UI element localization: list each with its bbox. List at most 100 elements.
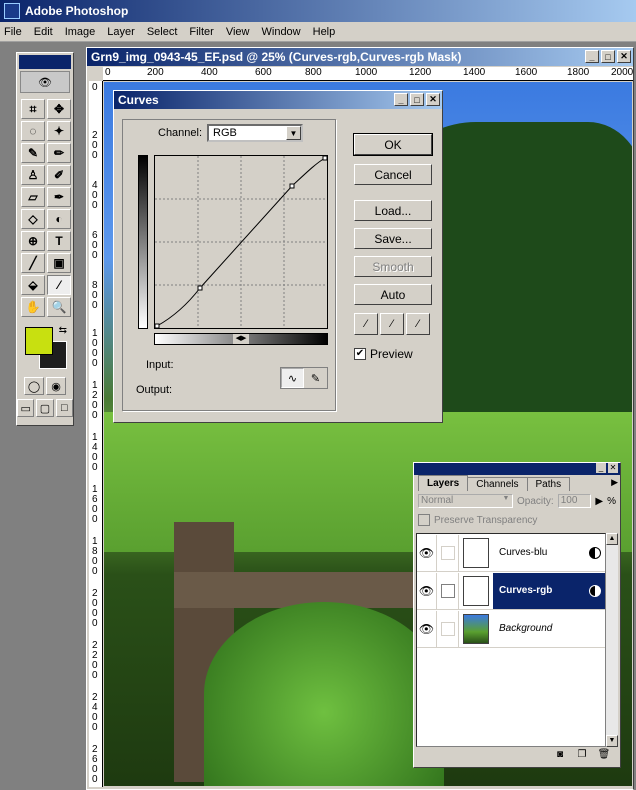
opacity-arrow-icon[interactable]: ▶ xyxy=(595,496,603,507)
close-icon[interactable]: ✕ xyxy=(608,463,618,473)
history-brush-icon[interactable]: ✐ xyxy=(47,165,71,185)
channel-value: RGB xyxy=(213,127,237,139)
palette-menu-icon[interactable]: ▶ xyxy=(611,477,618,488)
line-tool-icon[interactable]: ╱ xyxy=(21,253,45,273)
save-button[interactable]: Save... xyxy=(354,228,432,249)
hand-tool-icon[interactable]: ✋ xyxy=(21,297,45,317)
foreground-color[interactable] xyxy=(25,327,53,355)
magic-wand-icon[interactable]: ✦ xyxy=(47,121,71,141)
screen-mode-standard-icon[interactable]: ▭ xyxy=(17,399,35,417)
eraser-tool-icon[interactable]: ▱ xyxy=(21,187,45,207)
path-pen-icon[interactable]: ⊕ xyxy=(21,231,45,251)
adobe-eye-icon[interactable]: 👁 xyxy=(20,71,70,93)
layer-mask-thumbnail[interactable] xyxy=(463,537,489,568)
white-point-dropper-icon[interactable]: ⁄ xyxy=(406,313,430,335)
opacity-input[interactable]: 100 xyxy=(557,494,592,508)
menu-edit[interactable]: Edit xyxy=(34,26,53,38)
minimize-icon[interactable]: _ xyxy=(596,463,606,473)
layer-row[interactable]: 👁 Curves-blu xyxy=(417,534,605,572)
layer-name[interactable]: Curves-blu xyxy=(493,535,605,571)
screen-mode-full-icon[interactable]: □ xyxy=(55,399,73,417)
pen-tool-icon[interactable]: ✒ xyxy=(47,187,71,207)
zoom-tool-icon[interactable]: 🔍 xyxy=(47,297,71,317)
swap-colors-icon[interactable]: ⇆ xyxy=(59,325,67,336)
curves-graph[interactable] xyxy=(154,155,328,329)
menu-window[interactable]: Window xyxy=(262,26,301,38)
layer-name[interactable]: Background xyxy=(493,611,605,647)
blur-tool-icon[interactable]: ◇ xyxy=(21,209,45,229)
curve-point-icon[interactable]: ∿ xyxy=(281,368,304,388)
pencil-icon[interactable]: ✎ xyxy=(304,368,327,388)
menu-image[interactable]: Image xyxy=(65,26,96,38)
load-button[interactable]: Load... xyxy=(354,200,432,221)
close-icon[interactable]: ✕ xyxy=(617,50,631,63)
blend-mode-select[interactable]: Normal ▼ xyxy=(418,494,514,508)
stamp-tool-icon[interactable]: ♙ xyxy=(21,165,45,185)
pencil-tool-icon[interactable]: ✏ xyxy=(47,143,71,163)
eye-icon[interactable]: 👁 xyxy=(417,610,437,647)
layer-mask-thumbnail[interactable] xyxy=(463,575,489,606)
bucket-tool-icon[interactable]: ⬙ xyxy=(21,275,45,295)
maximize-icon[interactable]: □ xyxy=(601,50,615,63)
eyedropper-tool-icon[interactable]: ⁄ xyxy=(47,275,71,295)
document-titlebar[interactable]: Grn9_img_0943-45_EF.psd @ 25% (Curves-rg… xyxy=(87,48,633,66)
type-tool-icon[interactable]: T xyxy=(47,231,71,251)
menu-select[interactable]: Select xyxy=(147,26,178,38)
standard-mode-icon[interactable]: ◯ xyxy=(24,377,44,395)
tab-channels[interactable]: Channels xyxy=(467,477,528,491)
move-tool-icon[interactable]: ✥ xyxy=(47,99,71,119)
add-mask-icon[interactable]: ◙ xyxy=(552,749,568,763)
quickmask-mode-icon[interactable]: ◉ xyxy=(46,377,66,395)
eye-icon[interactable]: 👁 xyxy=(417,534,437,571)
ruler-label: 200 xyxy=(92,130,98,161)
layer-link-cell[interactable] xyxy=(437,534,459,571)
maximize-icon[interactable]: □ xyxy=(410,93,424,106)
brush-tool-icon[interactable]: ✎ xyxy=(21,143,45,163)
smooth-button[interactable]: Smooth xyxy=(354,256,432,277)
minimize-icon[interactable]: _ xyxy=(394,93,408,106)
minimize-icon[interactable]: _ xyxy=(585,50,599,63)
channel-select[interactable]: RGB ▼ xyxy=(207,124,303,142)
layer-link-cell[interactable] xyxy=(437,610,459,647)
menu-help[interactable]: Help xyxy=(313,26,336,38)
layer-row[interactable]: 👁 Curves-rgb xyxy=(417,572,605,610)
layers-palette-titlebar[interactable]: _ ✕ xyxy=(414,463,620,475)
cancel-button[interactable]: Cancel xyxy=(354,164,432,185)
curves-titlebar[interactable]: Curves _ □ ✕ xyxy=(114,91,442,109)
ruler-label: 800 xyxy=(305,67,322,78)
trash-icon[interactable]: 🗑 xyxy=(596,749,612,763)
chevron-down-icon[interactable]: ▼ xyxy=(500,495,512,507)
toolbox-titlebar[interactable] xyxy=(19,55,71,69)
preserve-transparency-checkbox[interactable] xyxy=(418,514,430,526)
scroll-down-icon[interactable]: ▼ xyxy=(606,735,618,747)
layers-scrollbar[interactable]: ▲ ▼ xyxy=(606,533,618,747)
dodge-tool-icon[interactable]: ◐ xyxy=(47,209,71,229)
menu-file[interactable]: File xyxy=(4,26,22,38)
menu-layer[interactable]: Layer xyxy=(107,26,135,38)
layer-name[interactable]: Curves-rgb xyxy=(493,572,605,609)
new-layer-icon[interactable]: ❐ xyxy=(574,749,590,763)
app-title-bar: Adobe Photoshop xyxy=(0,0,636,22)
gradient-tool-icon[interactable]: ▣ xyxy=(47,253,71,273)
close-icon[interactable]: ✕ xyxy=(426,93,440,106)
scroll-up-icon[interactable]: ▲ xyxy=(606,533,618,545)
ok-button[interactable]: OK xyxy=(353,133,433,156)
lasso-tool-icon[interactable]: ◌ xyxy=(21,121,45,141)
menu-filter[interactable]: Filter xyxy=(189,26,213,38)
layer-thumbnail[interactable] xyxy=(463,613,489,644)
eye-icon[interactable]: 👁 xyxy=(417,572,437,609)
crop-tool-icon[interactable]: ⌗ xyxy=(21,99,45,119)
preview-checkbox[interactable]: ✔ xyxy=(354,348,366,360)
tab-layers[interactable]: Layers xyxy=(418,475,469,491)
screen-mode-full-menu-icon[interactable]: ▢ xyxy=(36,399,54,417)
auto-button[interactable]: Auto xyxy=(354,284,432,305)
chevron-down-icon[interactable]: ▼ xyxy=(286,126,301,140)
gray-point-dropper-icon[interactable]: ⁄ xyxy=(380,313,404,335)
black-point-dropper-icon[interactable]: ⁄ xyxy=(354,313,378,335)
layer-row[interactable]: 👁 Background xyxy=(417,610,605,648)
menu-view[interactable]: View xyxy=(226,26,250,38)
gradient-toggle-icon[interactable]: ◀▶ xyxy=(233,334,249,344)
ruler-label: 0 xyxy=(92,82,98,93)
layer-link-cell[interactable] xyxy=(437,572,459,609)
tab-paths[interactable]: Paths xyxy=(526,477,571,491)
